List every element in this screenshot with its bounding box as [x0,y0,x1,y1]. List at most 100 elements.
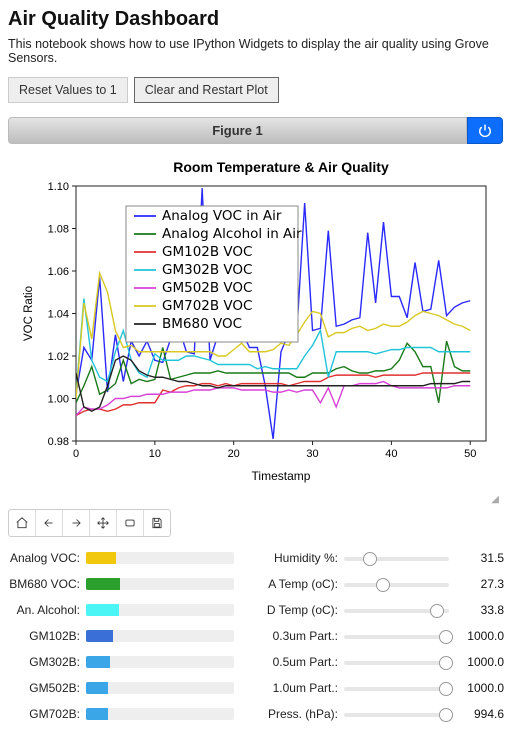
widget-label: D Temp (oC): [258,603,344,617]
slider[interactable] [344,628,449,644]
svg-text:1.06: 1.06 [47,266,68,278]
home-icon [15,516,29,530]
progress-fill [86,578,120,590]
svg-text:0.98: 0.98 [47,436,68,448]
home-button[interactable] [9,510,36,536]
widget-label: 0.5um Part.: [258,655,344,669]
widget-label: A Temp (oC): [258,577,344,591]
widget-label: GM102B: [8,629,86,643]
back-button[interactable] [36,510,63,536]
slider-track [344,713,449,717]
slider-thumb[interactable] [363,552,377,566]
widget-value: 1000.0 [449,655,508,669]
svg-text:1.10: 1.10 [47,181,68,193]
slider-widget: A Temp (oC):27.3 [258,573,508,595]
svg-text:Room Temperature & Air Quality: Room Temperature & Air Quality [173,159,389,175]
svg-text:GM502B VOC: GM502B VOC [162,280,252,296]
resize-handle-icon[interactable]: ◢ [8,494,503,505]
svg-text:1.08: 1.08 [47,224,68,236]
slider-widget: Press. (hPa):994.6 [258,703,508,725]
widget-label: 0.3um Part.: [258,629,344,643]
slider[interactable] [344,602,449,618]
progress-bar [86,682,234,694]
slider[interactable] [344,680,449,696]
progress-fill [86,656,110,668]
move-icon [96,516,110,530]
bar-widget: BM680 VOC: [8,573,258,595]
progress-bar [86,630,234,642]
svg-text:GM102B VOC: GM102B VOC [162,244,252,260]
svg-text:VOC Ratio: VOC Ratio [23,286,35,341]
page-title: Air Quality Dashboard [8,8,503,31]
svg-text:GM302B VOC: GM302B VOC [162,262,252,278]
progress-bar [86,578,234,590]
widget-value: 31.5 [449,551,508,565]
svg-text:10: 10 [148,448,160,460]
slider[interactable] [344,654,449,670]
bar-widget: An. Alcohol: [8,599,258,621]
slider-widget: 1.0um Part.: 1000.0 [258,677,508,699]
svg-text:Analog VOC in Air: Analog VOC in Air [162,208,282,224]
power-icon [478,124,492,138]
zoom-rect-icon [123,516,137,530]
slider-widget: 0.3um Part.: 1000.0 [258,625,508,647]
bar-widget: GM302B: [8,651,258,673]
slider-track [344,661,449,665]
widget-value: 33.8 [449,603,508,617]
widget-label: An. Alcohol: [8,603,86,617]
widget-label: GM502B: [8,681,86,695]
widget-label: GM702B: [8,707,86,721]
slider-thumb[interactable] [439,630,453,644]
clear-button[interactable]: Clear and Restart Plot [134,77,279,103]
progress-fill [86,604,119,616]
power-button[interactable] [467,117,503,144]
progress-bar [86,708,234,720]
bar-widget: GM702B: [8,703,258,725]
chart: Room Temperature & Air Quality 0.98 1.00 1.… [16,156,496,486]
slider-thumb[interactable] [376,578,390,592]
save-button[interactable] [144,510,170,536]
widget-value: 1000.0 [449,681,508,695]
svg-text:40: 40 [385,448,397,460]
bar-widget: GM102B: [8,625,258,647]
widget-label: Analog VOC: [8,551,86,565]
progress-bar [86,656,234,668]
forward-button[interactable] [63,510,90,536]
slider-widget: D Temp (oC): 33.8 [258,599,508,621]
widget-label: Humidity %: [258,551,344,565]
svg-text:GM702B VOC: GM702B VOC [162,298,252,314]
slider-track [344,635,449,639]
slider[interactable] [344,576,449,592]
slider-thumb[interactable] [430,604,444,618]
widget-label: Press. (hPa): [258,707,344,721]
progress-fill [86,682,108,694]
zoom-button[interactable] [117,510,144,536]
progress-bar [86,552,234,564]
svg-text:1.02: 1.02 [47,351,68,363]
svg-text:Analog Alcohol in Air: Analog Alcohol in Air [162,226,302,242]
reset-button[interactable]: Reset Values to 1 [8,77,128,103]
widget-label: BM680 VOC: [8,577,86,591]
svg-text:1.00: 1.00 [47,394,68,406]
progress-fill [86,708,108,720]
description: This notebook shows how to use IPython W… [8,37,503,65]
bar-widget: Analog VOC: [8,547,258,569]
slider-widget: 0.5um Part.: 1000.0 [258,651,508,673]
widget-label: GM302B: [8,655,86,669]
slider-thumb[interactable] [439,656,453,670]
widget-label: 1.0um Part.: [258,681,344,695]
progress-fill [86,630,113,642]
pan-button[interactable] [90,510,117,536]
button-row: Reset Values to 1 Clear and Restart Plot [8,77,503,103]
plot-toolbar [8,509,171,537]
widgets-grid: Analog VOC:Humidity %:31.5BM680 VOC:A Te… [8,547,503,725]
slider[interactable] [344,550,449,566]
progress-bar [86,604,234,616]
svg-text:0: 0 [72,448,78,460]
widget-value: 1000.0 [449,629,508,643]
arrow-left-icon [42,516,56,530]
slider-track [344,687,449,691]
figure-title: Figure 1 [8,117,467,144]
svg-text:BM680 VOC: BM680 VOC [162,316,242,332]
slider-thumb[interactable] [439,682,453,696]
